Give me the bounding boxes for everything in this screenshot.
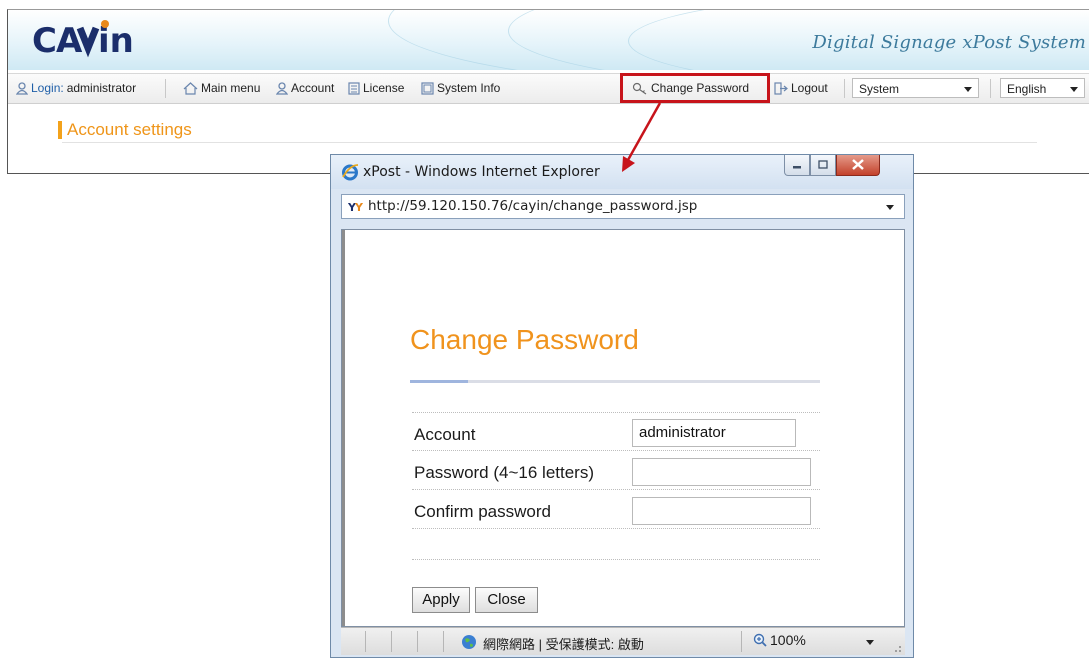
system-info-link[interactable]: System Info (421, 74, 500, 103)
heading-underline (410, 380, 820, 383)
apply-button[interactable]: Apply (412, 587, 470, 613)
main-menu-label: Main menu (201, 81, 261, 95)
svg-text:Y: Y (354, 201, 364, 213)
system-info-label: System Info (437, 81, 501, 95)
logout-link[interactable]: Logout (774, 74, 828, 103)
page-heading: Account settings (58, 120, 192, 140)
page-title: Account settings (67, 120, 192, 139)
login-user: administrator (66, 81, 137, 95)
maximize-icon (818, 160, 828, 169)
account-link[interactable]: Account (276, 74, 334, 103)
language-select[interactable]: English (1000, 78, 1085, 98)
highlight-callout (620, 73, 770, 103)
confirm-password-field[interactable] (632, 497, 811, 525)
system-select[interactable]: System (852, 78, 979, 98)
globe-icon (462, 635, 476, 649)
account-field-label: Account (414, 425, 476, 444)
header-banner: CA in Digital Signage xPost System (8, 10, 1089, 70)
logout-icon (774, 82, 788, 95)
chevron-down-icon[interactable] (866, 640, 874, 645)
user-icon (276, 82, 288, 95)
cayin-logo: CA in (32, 20, 134, 60)
ie-address-bar[interactable]: Y Y http://59.120.150.76/cayin/change_pa… (341, 194, 905, 219)
main-menu-link[interactable]: Main menu (183, 74, 260, 103)
ie-window-title: xPost - Windows Internet Explorer (363, 164, 600, 180)
change-password-heading: Change Password (410, 324, 639, 355)
security-zone-text: 網際網路 | 受保護模式: 啟動 (483, 637, 644, 652)
address-url: http://59.120.150.76/cayin/change_passwo… (368, 198, 698, 214)
ie-status-bar: 網際網路 | 受保護模式: 啟動 100% (341, 627, 905, 655)
language-select-value: English (1007, 82, 1047, 96)
home-icon (183, 82, 198, 95)
maximize-button[interactable] (810, 155, 836, 176)
close-window-button[interactable] (836, 155, 880, 176)
site-favicon-icon: Y Y (348, 201, 364, 213)
heading-accent-bar (58, 121, 62, 139)
license-label: License (363, 81, 405, 95)
chevron-down-icon (1070, 87, 1078, 92)
account-field[interactable]: administrator (632, 419, 796, 447)
login-label: Login: (31, 81, 64, 95)
zoom-icon (753, 633, 767, 647)
close-icon (852, 159, 864, 170)
password-field-label: Password (4~16 letters) (414, 463, 594, 482)
svg-text:CA: CA (32, 21, 83, 60)
zoom-level: 100% (770, 632, 806, 648)
zoom-control[interactable]: 100% (753, 632, 806, 648)
system-select-value: System (859, 82, 900, 96)
resize-grip-icon[interactable] (890, 641, 902, 653)
password-field[interactable] (632, 458, 811, 486)
confirm-password-field-label: Confirm password (414, 502, 551, 521)
ie-logo-icon (342, 164, 359, 181)
minimize-button[interactable] (784, 155, 810, 176)
minimize-icon (793, 166, 801, 169)
app-window: CA in Digital Signage xPost System Login… (7, 9, 1089, 174)
license-link[interactable]: License (348, 74, 404, 103)
ie-title-bar: xPost - Windows Internet Explorer (331, 155, 913, 189)
monitor-icon (421, 82, 434, 95)
login-info: Login: administrator (16, 74, 136, 103)
logout-label: Logout (791, 81, 828, 95)
system-tagline: Digital Signage xPost System (812, 32, 1086, 53)
chevron-down-icon (886, 205, 894, 210)
chevron-down-icon (964, 87, 972, 92)
top-toolbar: Login: administrator Main menu Account L… (8, 73, 1089, 104)
heading-divider (62, 142, 1037, 143)
ie-content-area: Change Password Account administrator Pa… (341, 229, 905, 627)
ie-popup-window: xPost - Windows Internet Explorer Y Y ht… (330, 154, 914, 658)
account-label: Account (291, 81, 335, 95)
document-icon (348, 82, 360, 95)
close-button[interactable]: Close (475, 587, 538, 613)
user-icon (16, 82, 28, 95)
